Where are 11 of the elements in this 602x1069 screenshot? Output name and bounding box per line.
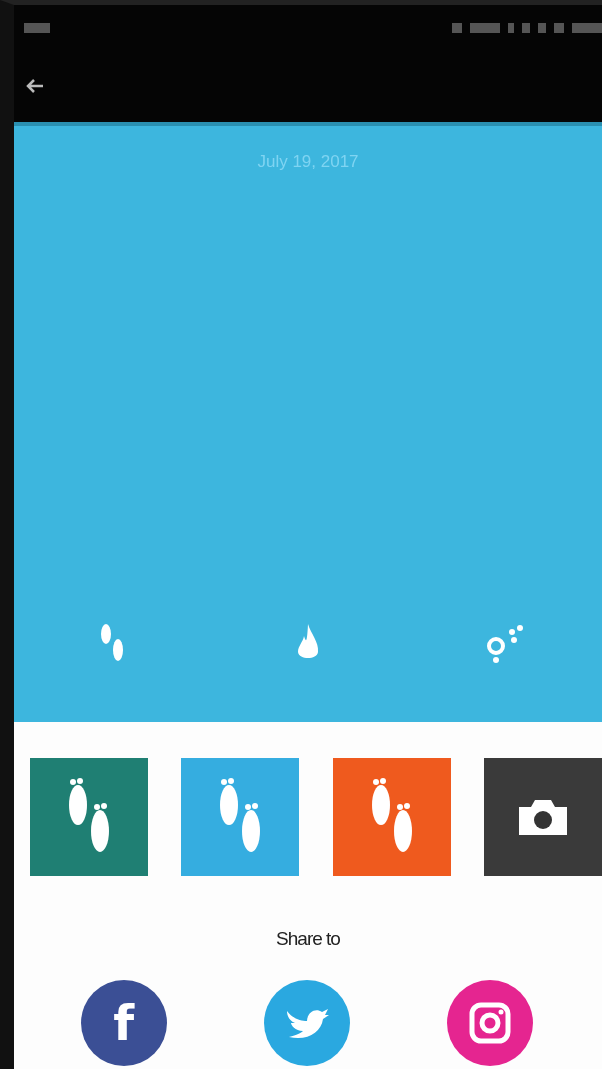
theme-tile[interactable] [484, 758, 602, 876]
date-label: July 19, 2017 [257, 152, 359, 172]
theme-tile[interactable] [181, 758, 300, 876]
share-heading: Share to [275, 928, 341, 950]
theme-tile[interactable] [30, 758, 148, 876]
location-dots-icon [484, 622, 524, 664]
camera-icon [517, 797, 569, 837]
share-button[interactable]: f [80, 980, 167, 1066]
back-arrow-icon [26, 79, 44, 93]
camera-outline-icon [468, 1001, 513, 1045]
theme-tile[interactable] [332, 758, 451, 876]
